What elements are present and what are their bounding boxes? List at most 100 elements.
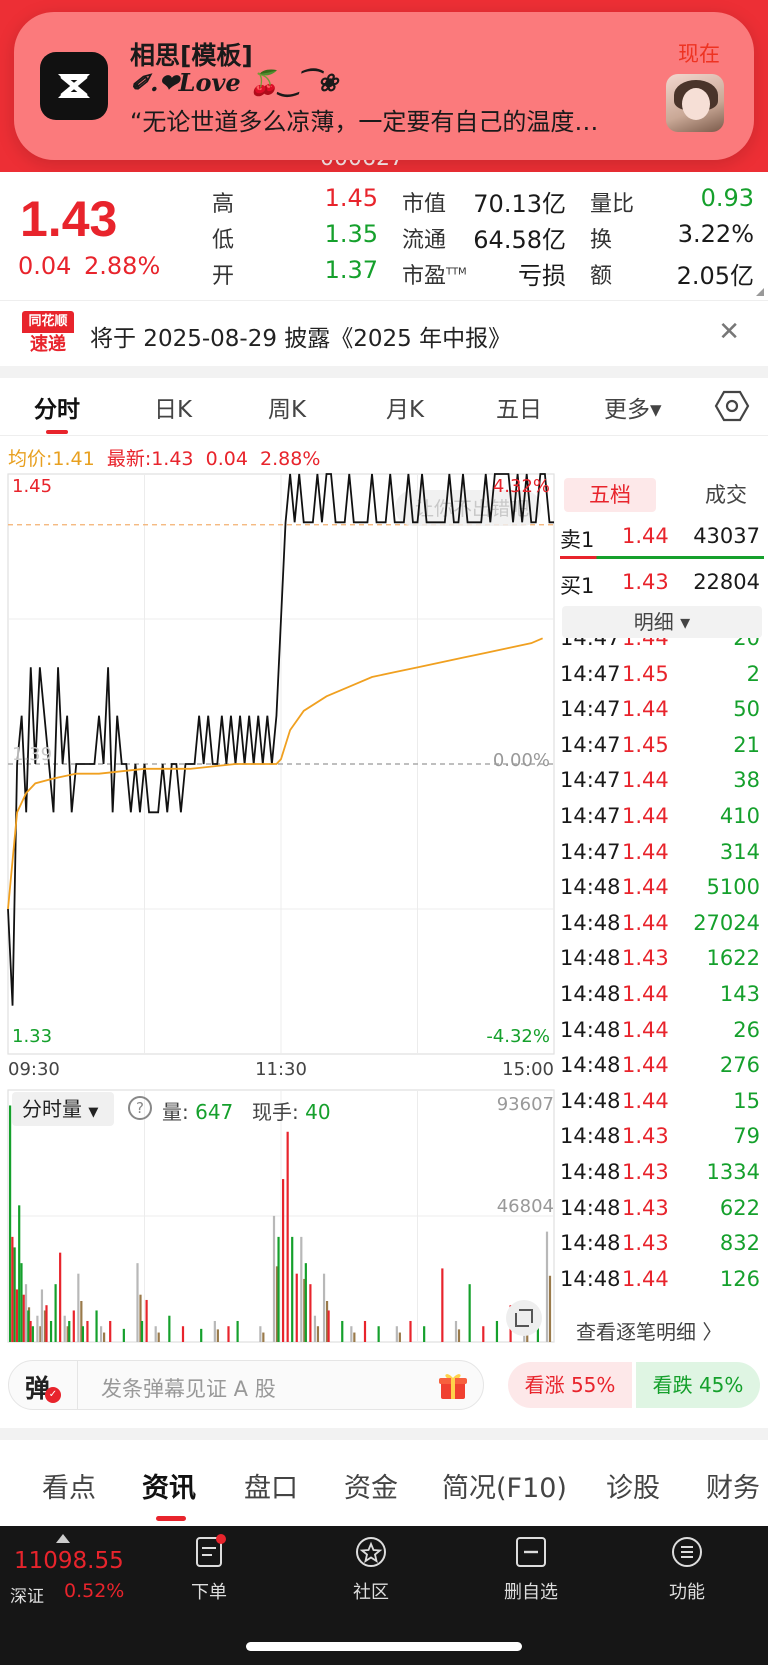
volume-bar [548, 1275, 552, 1342]
bearish-button[interactable]: 看跌 45% [636, 1362, 760, 1408]
tab-deals[interactable]: 成交 [686, 478, 766, 512]
tab-weekly-k[interactable]: 周K [268, 390, 306, 424]
low-value: 1.35 [324, 220, 378, 248]
volume-bar [29, 1320, 32, 1342]
y-mid-label: 1.39 [12, 744, 52, 765]
expand-corner-icon[interactable] [756, 288, 764, 296]
volume-bar [272, 1215, 276, 1342]
volume-bar [13, 1247, 16, 1342]
tick-time: 14:48 [560, 1124, 621, 1149]
chart-info-line: 均价:1.41 最新:1.43 0.04 2.88% [8, 448, 321, 470]
volume-bar [95, 1310, 98, 1342]
tab-funds[interactable]: 资金 [344, 1466, 398, 1505]
help-icon[interactable]: ? [128, 1096, 152, 1120]
tick-row: 14:48 1.44 276 [560, 1053, 764, 1087]
tick-list[interactable]: 14:47 1.44 20 14:47 1.45 2 14:47 1.44 50 14:47 1.4… [556, 638, 768, 1308]
tick-row: 14:48 1.44 126 [560, 1267, 764, 1301]
gift-icon[interactable] [437, 1369, 469, 1401]
amount-value: 2.05亿 [676, 262, 754, 290]
tab-five-levels[interactable]: 五档 [564, 478, 656, 512]
tick-time: 14:47 [560, 638, 621, 650]
danmu-placeholder[interactable]: 发条弹幕见证 A 股 [101, 1373, 276, 1403]
tab-diagnosis[interactable]: 诊股 [606, 1466, 660, 1505]
tab-more[interactable]: 更多▾ [604, 390, 662, 424]
intraday-chart[interactable]: 让你不出错吧 1.451.331.394.32%0.00%-4.32%09:30… [0, 470, 556, 1350]
tab-highlights[interactable]: 看点 [42, 1466, 96, 1505]
danmu-input-bar[interactable]: 弹 ✓ 发条弹幕见证 A 股 [8, 1360, 484, 1410]
tick-time: 14:48 [560, 1160, 621, 1184]
tab-order-book[interactable]: 盘口 [244, 1466, 298, 1505]
volume-mid-label: 46804 [497, 1196, 554, 1217]
volume-bar [181, 1326, 185, 1342]
tick-price: 1.44 [622, 982, 669, 1006]
tick-time: 14:47 [560, 804, 621, 828]
tick-time: 14:48 [560, 982, 621, 1006]
close-icon[interactable]: ✕ [718, 317, 740, 347]
notification-subtitle: ✐.❤Love 🍒‿⁀❀ [130, 68, 338, 97]
volume-bar [409, 1320, 412, 1342]
volume-bar [454, 1320, 458, 1342]
tick-price: 1.44 [622, 1017, 669, 1042]
settings-icon[interactable] [714, 388, 750, 424]
volume-bar [353, 1332, 356, 1342]
tab-daily-k[interactable]: 日K [154, 390, 192, 424]
tab-intraday[interactable]: 分时 [34, 390, 80, 424]
volume-bar [423, 1326, 426, 1342]
notification-body: “无论世道多么凉薄，一定要有自己的温度… [130, 108, 599, 136]
volume-bar [341, 1320, 344, 1342]
volume-bar [236, 1320, 239, 1342]
volume-bar [109, 1320, 112, 1342]
volume-bar [45, 1305, 48, 1342]
tab-profile-f10[interactable]: 简况(F10) [442, 1466, 567, 1505]
volume-bar [103, 1332, 106, 1342]
tick-row: 14:48 1.43 832 [560, 1231, 764, 1265]
view-tick-details-link[interactable]: 查看逐笔明细 〉 [576, 1316, 722, 1345]
tab-monthly-k[interactable]: 月K [386, 390, 424, 424]
tab-five-day[interactable]: 五日 [496, 390, 542, 424]
index-value[interactable]: 11098.55 [14, 1548, 124, 1574]
volume-bar [154, 1326, 157, 1342]
volume-bar [86, 1320, 89, 1342]
tab-news[interactable]: 资讯 [142, 1466, 196, 1505]
volume-bar [295, 1273, 298, 1342]
detail-dropdown[interactable]: 明细 ▾ [562, 606, 762, 638]
volume-bar [457, 1329, 461, 1342]
price-change-pct: 2.88% [84, 252, 161, 280]
tick-volume: 622 [719, 1195, 760, 1220]
tick-time: 14:48 [560, 1195, 621, 1220]
index-up-arrow-icon [56, 1534, 70, 1543]
nav-functions[interactable]: 功能 [642, 1534, 732, 1604]
content-tabs: 看点 资讯 盘口 资金 简况(F10) 诊股 财务 [0, 1440, 768, 1526]
home-indicator[interactable] [246, 1642, 522, 1651]
tick-time: 14:47 [560, 697, 621, 722]
nav-order[interactable]: 下单 [164, 1534, 254, 1604]
bullish-button[interactable]: 看涨 55% [508, 1362, 632, 1408]
nav-remove-watchlist[interactable]: 删自选 [486, 1534, 576, 1604]
tick-volume: 5100 [706, 875, 760, 900]
high-value: 1.45 [324, 184, 378, 212]
notification-avatar [666, 74, 724, 132]
volume-bar [122, 1328, 125, 1342]
fullscreen-icon[interactable] [506, 1300, 542, 1336]
tick-row: 14:48 1.44 26 [560, 1018, 764, 1052]
bottom-navigation: 11098.55 深证 0.52% 下单 社区 删自选 功能 [0, 1526, 768, 1665]
tick-volume: 126 [719, 1266, 760, 1291]
volume-type-select[interactable]: 分时量 ▼ [12, 1092, 114, 1126]
news-ticker[interactable]: 同花顺 速递 将于 2025-08-29 披露《2025 年中报》 ✕ [0, 300, 768, 366]
volume-bar [441, 1268, 444, 1342]
volume-bar [545, 1231, 549, 1342]
volume-bar [216, 1329, 219, 1342]
volume-bar [40, 1289, 44, 1342]
push-notification[interactable]: 相思[模板] ✐.❤Love 🍒‿⁀❀ “无论世道多么凉薄，一定要有自己的温度…… [14, 12, 754, 160]
quote-header: 1.43 0.04 2.88% 高 1.45 低 1.35 开 1.37 市值 … [0, 172, 768, 300]
volume-bar [145, 1299, 148, 1342]
tick-row: 14:48 1.44 5100 [560, 875, 764, 909]
nav-community[interactable]: 社区 [326, 1534, 416, 1604]
x-tick-label: 09:30 [8, 1059, 60, 1080]
tab-financials[interactable]: 财务 [706, 1466, 760, 1505]
divider [77, 1361, 78, 1409]
volume-bar [63, 1315, 66, 1342]
tick-price: 1.43 [622, 1195, 669, 1220]
bid-ask-ratio-bar [560, 556, 764, 559]
tick-volume: 410 [719, 804, 760, 828]
